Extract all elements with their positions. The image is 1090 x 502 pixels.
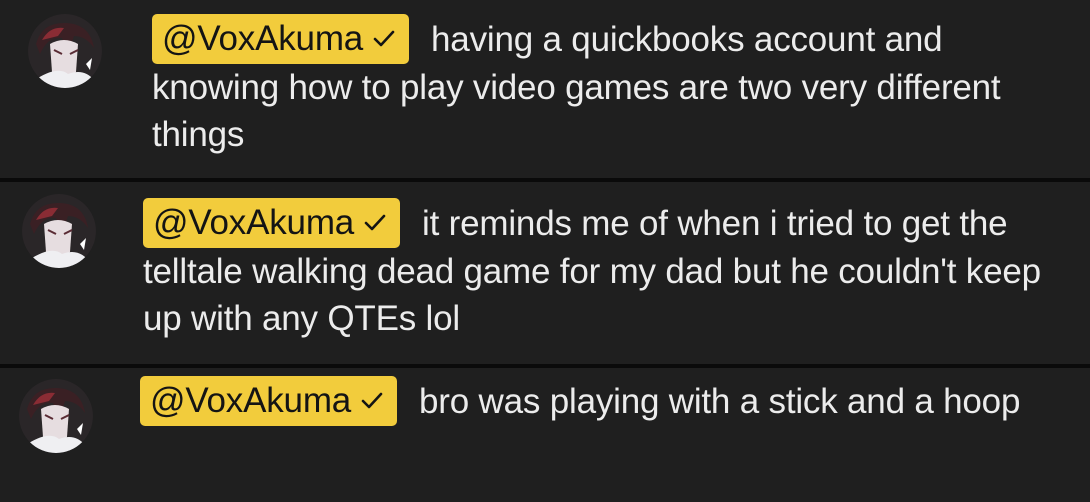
comment-feed: @VoxAkuma having a quickbooks account and… bbox=[0, 0, 1090, 502]
mention-label: @VoxAkuma bbox=[162, 19, 364, 58]
checkmark-icon bbox=[362, 210, 388, 236]
message-body: bro was playing with a stick and a hoop bbox=[419, 382, 1021, 421]
mention-tag[interactable]: @VoxAkuma bbox=[152, 14, 410, 64]
user-avatar-icon[interactable] bbox=[28, 14, 102, 88]
checkmark-icon bbox=[359, 388, 385, 414]
mention-tag[interactable]: @VoxAkuma bbox=[143, 198, 401, 248]
mention-tag[interactable]: @VoxAkuma bbox=[140, 376, 398, 426]
user-avatar-icon[interactable] bbox=[19, 379, 93, 453]
mention-label: @VoxAkuma bbox=[150, 381, 352, 420]
chat-message: @VoxAkuma bro was playing with a stick an… bbox=[0, 368, 1090, 502]
message-text: @VoxAkuma bro was playing with a stick an… bbox=[140, 376, 1075, 426]
message-text: @VoxAkuma having a quickbooks account and… bbox=[152, 14, 1072, 158]
mention-label: @VoxAkuma bbox=[153, 203, 355, 242]
chat-message: @VoxAkuma having a quickbooks account and… bbox=[0, 0, 1090, 178]
message-text: @VoxAkuma it reminds me of when i tried t… bbox=[143, 198, 1078, 342]
chat-message: @VoxAkuma it reminds me of when i tried t… bbox=[0, 182, 1090, 364]
checkmark-icon bbox=[371, 26, 397, 52]
user-avatar-icon[interactable] bbox=[22, 194, 96, 268]
